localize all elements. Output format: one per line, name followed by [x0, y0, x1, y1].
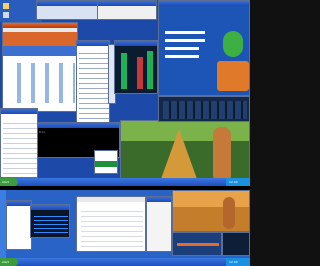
console-lines [34, 213, 68, 233]
orange-toolbar [3, 32, 77, 46]
desktop-2: start 12:00 [0, 190, 250, 266]
desktop-icon[interactable] [3, 12, 9, 18]
start-button[interactable]: start [0, 178, 18, 186]
character-art [223, 31, 243, 57]
document-window[interactable] [0, 108, 38, 178]
calendar-window[interactable] [94, 150, 118, 174]
media-bar [165, 31, 205, 34]
media-bar [165, 47, 199, 50]
clock: 12:00 [229, 260, 238, 264]
system-tray: 12:00 [226, 258, 250, 266]
character-art [213, 127, 231, 183]
cmd-window[interactable] [30, 204, 70, 238]
game-sky [173, 191, 249, 207]
desktop-1: My Computer [0, 0, 250, 186]
green-header [95, 161, 117, 167]
list-lines [79, 49, 109, 121]
card-table [121, 53, 127, 89]
game-window[interactable] [120, 120, 250, 184]
list-window[interactable] [146, 196, 172, 252]
media-window[interactable] [158, 0, 250, 96]
media-bar [177, 243, 219, 246]
media-window[interactable] [172, 232, 222, 256]
game-window[interactable] [172, 190, 250, 232]
orange-decoration [217, 61, 249, 91]
character-art [223, 197, 235, 229]
desktop-icon[interactable] [3, 3, 9, 9]
explorer-window[interactable]: My Computer [2, 22, 78, 112]
screenshot-collage: My Computer [0, 0, 250, 266]
taskbar: start 12:00 [0, 178, 250, 186]
small-window [36, 0, 98, 20]
system-tray: 12:00 [226, 178, 250, 186]
doc-lines [3, 119, 37, 175]
panel-grid [163, 101, 247, 119]
document-window[interactable] [76, 196, 146, 252]
console-text: C:\> [39, 130, 46, 134]
explorer-window[interactable] [6, 200, 32, 250]
media-bar [165, 55, 199, 58]
start-button[interactable]: start [0, 258, 18, 266]
card-table [147, 51, 153, 89]
card-table [137, 57, 143, 89]
taskbar: start 12:00 [0, 258, 250, 266]
clock: 12:00 [229, 180, 238, 184]
small-window [97, 0, 157, 20]
side-panel-window[interactable] [158, 96, 250, 122]
solitaire-window[interactable] [114, 40, 158, 94]
icon-grid [7, 63, 75, 103]
side-panel-window[interactable] [222, 232, 250, 256]
doc-lines [81, 207, 143, 247]
list-window[interactable] [76, 40, 110, 125]
blue-panel [3, 46, 77, 56]
media-bar [165, 39, 205, 42]
